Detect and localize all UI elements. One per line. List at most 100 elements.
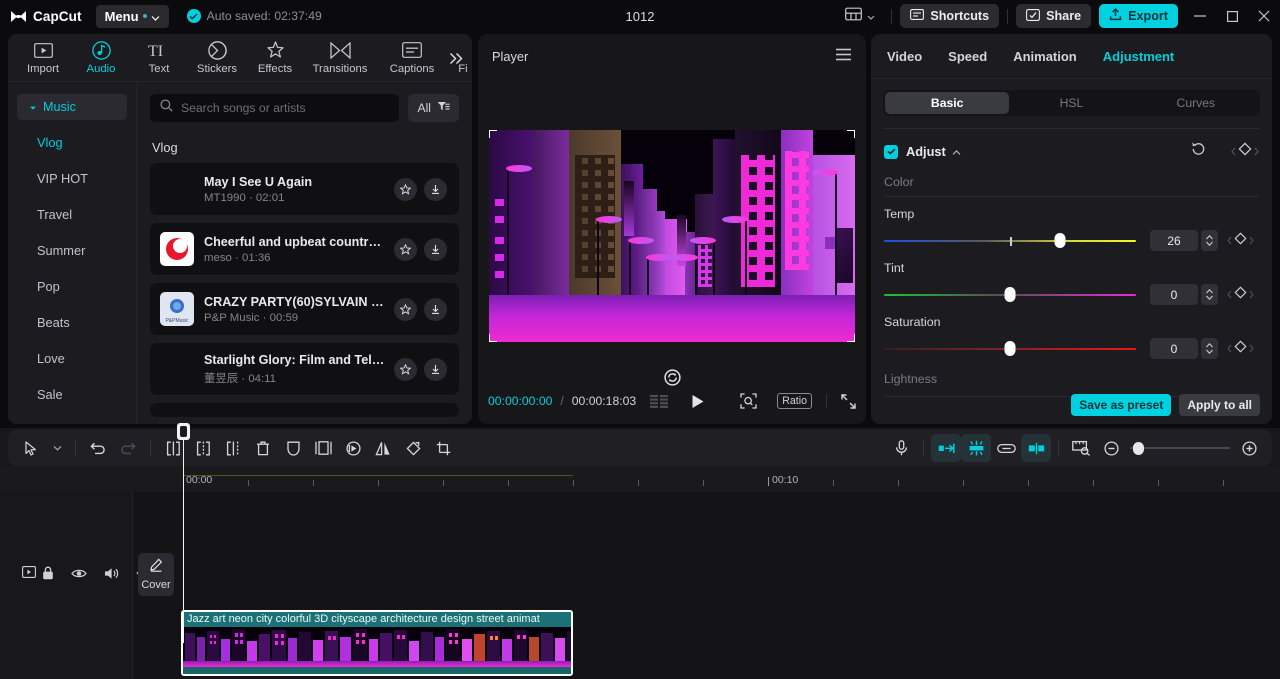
keyframe-prev-icon[interactable] bbox=[1231, 143, 1236, 161]
menu-button[interactable]: Menu bbox=[95, 4, 169, 28]
tint-slider-thumb[interactable] bbox=[1004, 287, 1016, 302]
freeze-button[interactable] bbox=[338, 434, 368, 462]
layout-switch-button[interactable] bbox=[837, 7, 883, 26]
keyframe-prev-icon[interactable] bbox=[1227, 232, 1232, 250]
tab-transitions[interactable]: Transitions bbox=[304, 34, 376, 80]
sidebar-group-music[interactable]: Music bbox=[17, 94, 127, 120]
close-button[interactable] bbox=[1248, 0, 1280, 32]
list-item[interactable]: May I See U Again MT1990 · 02:01 bbox=[150, 163, 459, 215]
more-tabs-button[interactable] bbox=[444, 46, 468, 70]
adjust-checkbox[interactable] bbox=[884, 144, 898, 159]
trim-left-button[interactable] bbox=[188, 434, 218, 462]
favorite-button[interactable] bbox=[394, 237, 417, 261]
favorite-button[interactable] bbox=[394, 177, 417, 201]
list-item[interactable]: P&PMusic CRAZY PARTY(60)SYLVAIN POGE... … bbox=[150, 283, 459, 335]
search-input[interactable] bbox=[181, 101, 390, 115]
saturation-slider[interactable] bbox=[884, 341, 1136, 356]
crop-handle-br[interactable] bbox=[847, 334, 855, 342]
tab-stickers[interactable]: Stickers bbox=[188, 34, 246, 80]
video-preview[interactable] bbox=[489, 130, 855, 342]
video-clip[interactable]: Jazz art neon city colorful 3D cityscape… bbox=[181, 610, 573, 676]
delete-button[interactable] bbox=[248, 434, 278, 462]
trim-right-button[interactable] bbox=[218, 434, 248, 462]
segment-hsl[interactable]: HSL bbox=[1009, 92, 1133, 114]
temp-stepper[interactable] bbox=[1201, 230, 1218, 251]
tab-text[interactable]: TI Text bbox=[130, 34, 188, 80]
track-lock-toggle[interactable] bbox=[42, 566, 54, 580]
keyframe-diamond-icon[interactable] bbox=[1234, 285, 1247, 304]
list-item-partial[interactable] bbox=[150, 403, 459, 417]
tint-value[interactable]: 0 bbox=[1150, 284, 1198, 305]
sidebar-item-pop[interactable]: Pop bbox=[8, 268, 136, 304]
redo-button[interactable] bbox=[113, 434, 143, 462]
download-button[interactable] bbox=[424, 177, 447, 201]
select-tool[interactable] bbox=[16, 434, 46, 462]
sidebar-item-summer[interactable]: Summer bbox=[8, 232, 136, 268]
search-box[interactable] bbox=[150, 94, 400, 122]
tab-adjustment[interactable]: Adjustment bbox=[1103, 49, 1175, 64]
keyframe-diamond-icon[interactable] bbox=[1234, 231, 1247, 250]
rotate-button[interactable] bbox=[398, 434, 428, 462]
undo-button[interactable] bbox=[83, 434, 113, 462]
sidebar-item-beats[interactable]: Beats bbox=[8, 304, 136, 340]
track-mute-toggle[interactable] bbox=[104, 567, 119, 580]
fullscreen-button[interactable] bbox=[841, 393, 856, 409]
link-button[interactable] bbox=[991, 434, 1021, 462]
reset-icon[interactable] bbox=[1191, 142, 1206, 161]
sidebar-item-love[interactable]: Love bbox=[8, 340, 136, 376]
keyframe-next-icon[interactable] bbox=[1254, 143, 1259, 161]
keyframe-prev-icon[interactable] bbox=[1227, 340, 1232, 358]
cover-button[interactable]: Cover bbox=[138, 553, 174, 596]
sidebar-item-sale[interactable]: Sale bbox=[8, 376, 136, 412]
crop-handle-bl[interactable] bbox=[489, 334, 497, 342]
adsorb-button[interactable] bbox=[1021, 434, 1051, 462]
tint-slider[interactable] bbox=[884, 287, 1136, 302]
player-menu-icon[interactable] bbox=[835, 48, 852, 64]
track-thumbnail-toggle[interactable] bbox=[22, 566, 36, 578]
tint-stepper[interactable] bbox=[1201, 284, 1218, 305]
favorite-button[interactable] bbox=[394, 297, 417, 321]
download-button[interactable] bbox=[424, 297, 447, 321]
crop-frame-button[interactable] bbox=[308, 434, 338, 462]
auto-cut-button[interactable] bbox=[931, 434, 961, 462]
playhead[interactable] bbox=[177, 423, 190, 643]
export-button[interactable]: Export bbox=[1099, 4, 1178, 28]
sidebar-item-vip-hot[interactable]: VIP HOT bbox=[8, 160, 136, 196]
magnetic-button[interactable] bbox=[961, 434, 991, 462]
filter-all-button[interactable]: All bbox=[408, 94, 459, 122]
zoom-fit-icon[interactable] bbox=[740, 393, 757, 409]
keyframe-diamond-icon[interactable] bbox=[1238, 142, 1252, 161]
mask-button[interactable] bbox=[278, 434, 308, 462]
tab-import[interactable]: Import bbox=[14, 34, 72, 80]
tab-audio[interactable]: Audio bbox=[72, 34, 130, 80]
keyframe-diamond-icon[interactable] bbox=[1234, 339, 1247, 358]
tab-animation[interactable]: Animation bbox=[1013, 49, 1077, 64]
keyframe-next-icon[interactable] bbox=[1249, 232, 1254, 250]
share-button[interactable]: Share bbox=[1016, 4, 1092, 28]
loop-icon[interactable] bbox=[663, 369, 681, 386]
tab-effects[interactable]: Effects bbox=[246, 34, 304, 80]
zoom-in-button[interactable] bbox=[1234, 434, 1264, 462]
temp-value[interactable]: 26 bbox=[1150, 230, 1198, 251]
record-voiceover-button[interactable] bbox=[886, 434, 916, 462]
keyframe-next-icon[interactable] bbox=[1249, 340, 1254, 358]
zoom-slider[interactable] bbox=[1130, 441, 1230, 455]
temp-slider[interactable] bbox=[884, 233, 1136, 248]
select-dropdown[interactable] bbox=[46, 434, 68, 462]
play-button[interactable] bbox=[691, 394, 705, 409]
list-item[interactable]: Starlight Glory: Film and Televisi... 董昱… bbox=[150, 343, 459, 395]
keyframe-prev-icon[interactable] bbox=[1227, 286, 1232, 304]
zoom-out-button[interactable] bbox=[1096, 434, 1126, 462]
download-button[interactable] bbox=[424, 237, 447, 261]
crop-handle-tr[interactable] bbox=[847, 130, 855, 138]
shortcuts-button[interactable]: Shortcuts bbox=[900, 4, 1000, 28]
saturation-stepper[interactable] bbox=[1201, 338, 1218, 359]
segment-basic[interactable]: Basic bbox=[885, 92, 1010, 114]
preview-scale-button[interactable] bbox=[1066, 434, 1096, 462]
timeline-ruler[interactable]: 00:00 00:10 bbox=[0, 466, 1280, 492]
ratio-button[interactable]: Ratio bbox=[777, 393, 812, 409]
segment-curves[interactable]: Curves bbox=[1134, 92, 1258, 114]
saturation-slider-thumb[interactable] bbox=[1004, 341, 1016, 356]
zoom-slider-thumb[interactable] bbox=[1133, 441, 1144, 455]
frame-step-icon[interactable] bbox=[650, 394, 669, 408]
